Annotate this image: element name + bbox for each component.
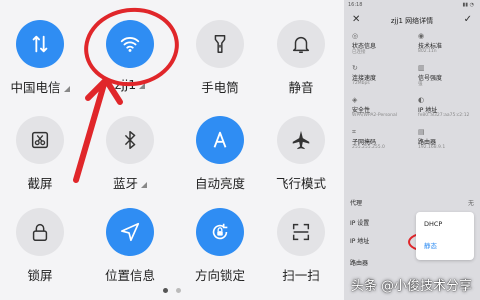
- details-title: zjj1 网络详情: [390, 17, 434, 25]
- detail-cell: ◉ 技术标准 802.11n: [418, 32, 480, 60]
- row-label: 路由器: [350, 260, 369, 267]
- detail-value: fe80::8327:aa75:c2:12: [418, 113, 470, 118]
- tile-label-text: 方向锁定: [194, 268, 245, 283]
- option-dhcp[interactable]: DHCP: [424, 220, 442, 228]
- tile-label-text: 位置信息: [104, 268, 155, 283]
- tile-label-text: 截屏: [27, 176, 53, 191]
- tile-label: 扫一扫: [255, 265, 344, 284]
- option-static[interactable]: 静态: [424, 240, 437, 250]
- detail-cell: ⌗ 子网掩码 255.255.255.0: [352, 128, 414, 156]
- tile-label: 中国电信: [0, 77, 86, 96]
- detail-cell: ◈ 安全性 WPA/WPA2-Personal: [352, 96, 414, 124]
- confirm-icon[interactable]: ✓: [464, 14, 472, 25]
- bell-icon[interactable]: [277, 20, 325, 68]
- tile-scan[interactable]: 扫一扫: [261, 202, 341, 292]
- tile-label: 手电筒: [174, 77, 266, 96]
- detail-value: 192.168.9.1: [418, 145, 446, 150]
- detail-value: 72Mbps: [352, 81, 370, 86]
- detail-icon: ⌗: [352, 128, 356, 136]
- tile-rotation-lock[interactable]: 方向锁定: [180, 202, 260, 292]
- tile-label-text: 静音: [288, 80, 314, 95]
- detail-value: 已连接: [352, 50, 366, 55]
- page-dot-active: [163, 288, 168, 293]
- row-value: 无: [467, 200, 474, 207]
- tile-label: 飞行模式: [255, 173, 344, 192]
- tile-label: 锁屏: [0, 265, 86, 284]
- detail-value: 强: [418, 82, 423, 87]
- page-dot: [176, 288, 181, 293]
- status-time: 16:18: [348, 2, 363, 8]
- row-label: IP 设置: [350, 220, 370, 227]
- flashlight-icon[interactable]: [196, 20, 244, 68]
- tile-label-text: 飞行模式: [275, 176, 326, 191]
- detail-icon: ▥: [418, 64, 425, 72]
- row-label: 代理: [350, 200, 363, 207]
- detail-icon: ◎: [352, 32, 359, 40]
- tile-label-text: 蓝牙: [112, 176, 138, 191]
- rotation-lock-icon[interactable]: [196, 208, 244, 256]
- tile-label: 方向锁定: [174, 265, 266, 284]
- tile-label-text: 中国电信: [10, 80, 61, 95]
- tile-label: 截屏: [0, 173, 86, 192]
- status-icons: ▮▮ ◔: [462, 2, 474, 8]
- tile-label: 静音: [255, 77, 344, 96]
- tile-label-text: 自动亮度: [194, 176, 245, 191]
- letter-a-icon[interactable]: [196, 116, 244, 164]
- more-options-icon: [63, 86, 70, 92]
- detail-cell: ◎ 状态信息 已连接: [352, 32, 414, 60]
- airplane-icon[interactable]: [277, 116, 325, 164]
- tile-label: 自动亮度: [174, 173, 266, 192]
- tile-label: 位置信息: [84, 265, 176, 284]
- detail-cell: ↻ 连接速度 72Mbps: [352, 64, 414, 92]
- tile-scissors[interactable]: 截屏: [0, 110, 80, 200]
- tile-label-text: 手电筒: [201, 80, 239, 95]
- location-arrow-icon[interactable]: [106, 208, 154, 256]
- tile-airplane[interactable]: 飞行模式: [261, 110, 341, 200]
- detail-cell: ◐ IP 地址 fe80::8327:aa75:c2:12: [418, 96, 480, 124]
- tile-bell[interactable]: 静音: [261, 14, 341, 104]
- detail-icon: ↻: [352, 64, 358, 72]
- detail-cell: ▤ 路由器 192.168.9.1: [418, 128, 480, 156]
- detail-icon: ◐: [418, 96, 425, 104]
- scan-icon[interactable]: [277, 208, 325, 256]
- detail-value: WPA/WPA2-Personal: [352, 113, 398, 118]
- detail-value: 255.255.255.0: [352, 145, 385, 150]
- detail-cell: ▥ 信号强度强: [418, 64, 480, 92]
- details-header: ✕ zjj1 网络详情 ✓: [344, 12, 480, 28]
- lock-icon[interactable]: [16, 208, 64, 256]
- quick-settings-panel: 中国电信 zjj1 手电筒 静音 截屏 蓝牙 自动亮度 飞行模式 锁屏 位置信息 方向锁定 扫一扫: [0, 0, 344, 300]
- tile-label-text: 锁屏: [27, 268, 53, 283]
- tile-updown-arrows[interactable]: 中国电信: [0, 14, 80, 104]
- watermark: 头条 @小俊技术分享: [350, 279, 472, 294]
- tile-label-text: 扫一扫: [282, 268, 320, 283]
- tile-bluetooth[interactable]: 蓝牙: [90, 110, 170, 200]
- detail-icon: ◈: [352, 96, 358, 104]
- updown-arrows-icon[interactable]: [16, 20, 64, 68]
- scissors-icon[interactable]: [16, 116, 64, 164]
- tile-flashlight[interactable]: 手电筒: [180, 14, 260, 104]
- tile-label: 蓝牙: [84, 173, 176, 192]
- tile-lock[interactable]: 锁屏: [0, 202, 80, 292]
- settings-row[interactable]: 代理 无: [350, 198, 474, 207]
- tile-location-arrow[interactable]: 位置信息: [90, 202, 170, 292]
- ip-settings-popup: DHCP 静态: [416, 212, 474, 260]
- bluetooth-icon[interactable]: [106, 116, 154, 164]
- wifi-details-screen: 16:18 ▮▮ ◔ ✕ zjj1 网络详情 ✓ ◎ 状态信息 已连接 ◉ 技术标准 80…: [344, 0, 480, 300]
- tile-letter-a[interactable]: 自动亮度: [180, 110, 260, 200]
- detail-icon: ▤: [418, 128, 425, 136]
- more-options-icon: [141, 182, 147, 188]
- detail-icon: ◉: [418, 32, 425, 40]
- detail-value: 802.11n: [418, 49, 437, 54]
- row-label: IP 地址: [350, 238, 370, 245]
